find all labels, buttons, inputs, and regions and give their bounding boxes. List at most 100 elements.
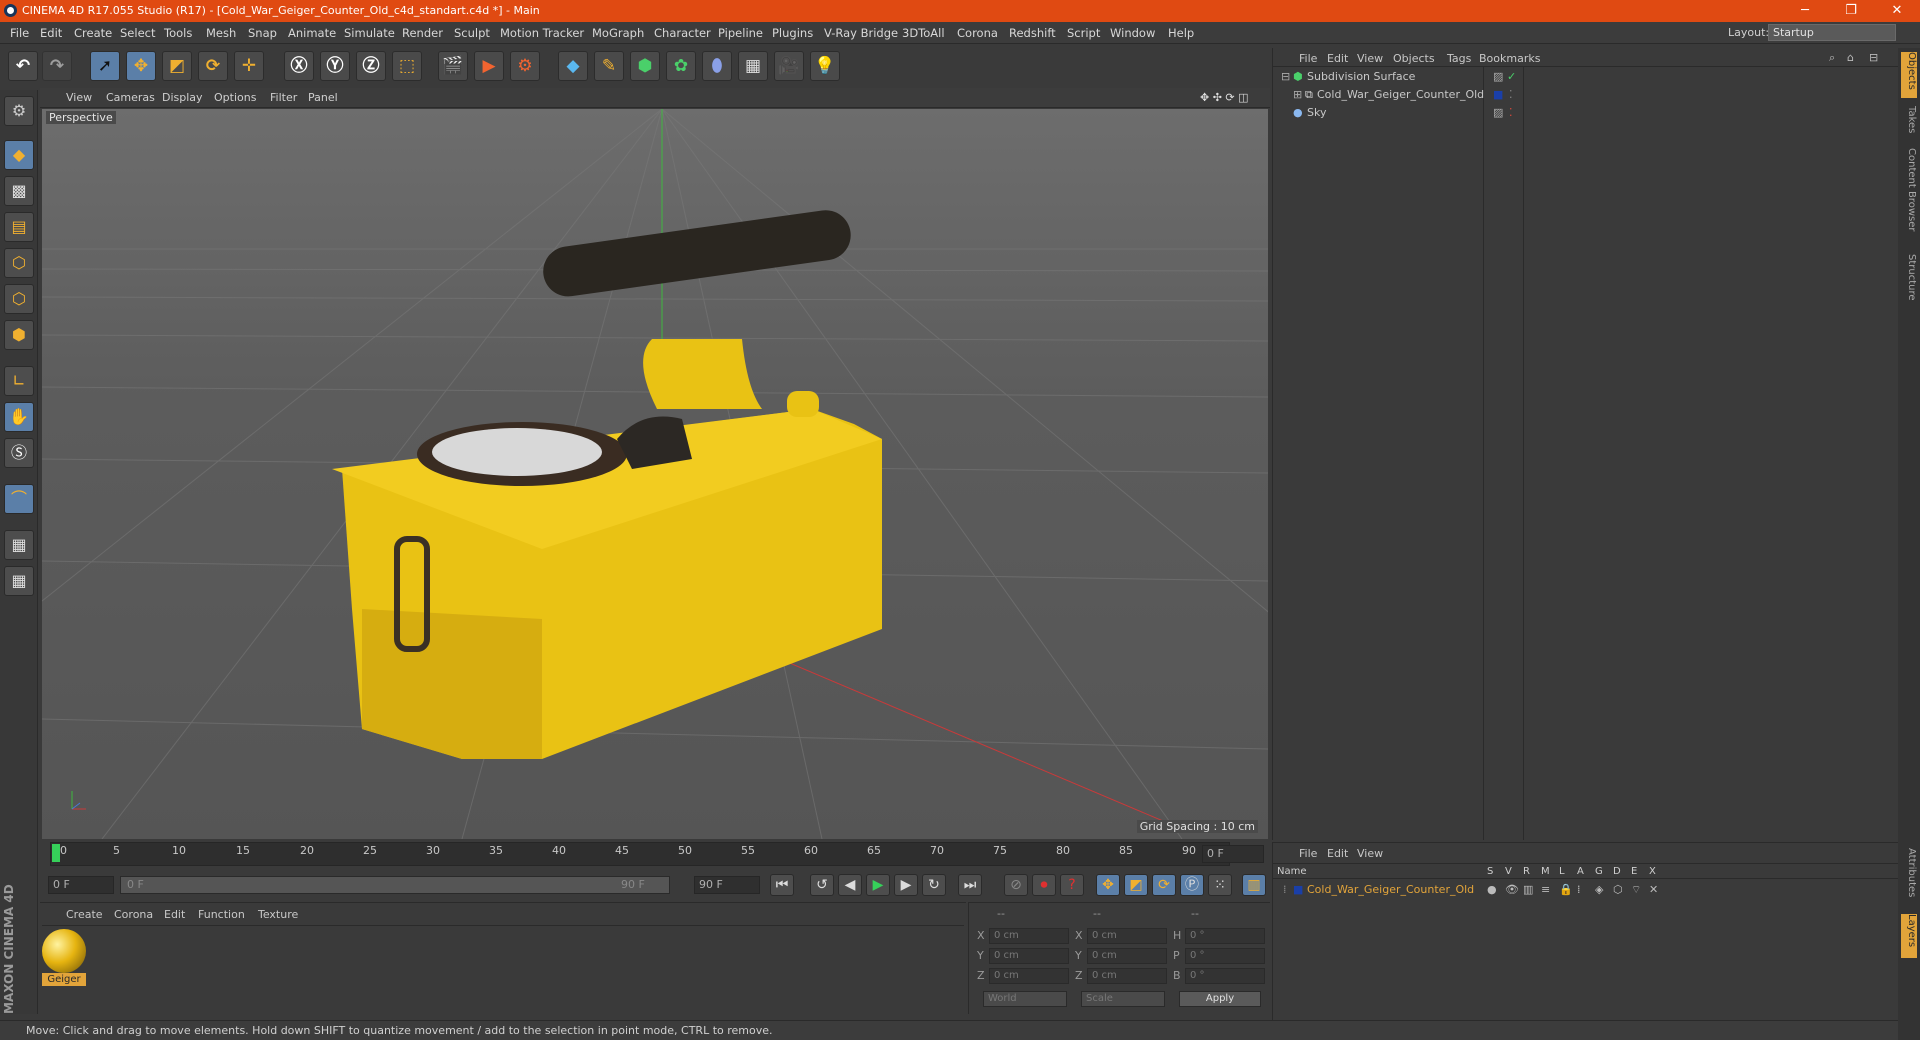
menu-help[interactable]: Help	[1168, 26, 1194, 40]
viewport-navigation-icons[interactable]: ✥ ✣ ⟳ ◫	[1200, 91, 1249, 104]
floor-object-icon[interactable]: ▦	[738, 51, 768, 81]
move-tool-icon[interactable]: ✥	[126, 51, 156, 81]
record-keys-icon[interactable]: ⊘	[1004, 874, 1028, 896]
layer-menu-file[interactable]: File	[1299, 847, 1317, 860]
object-row[interactable]: ⊟ ⬢ Subdivision Surface ▨ ✓	[1273, 68, 1899, 86]
go-to-end-icon[interactable]: ⏭	[958, 874, 982, 896]
rot-b-field[interactable]: 0 °	[1185, 968, 1265, 984]
tab-structure[interactable]: Structure	[1901, 254, 1917, 310]
snapping-icon[interactable]: ⌒	[4, 484, 34, 514]
minimize-button[interactable]: ─	[1782, 0, 1828, 22]
material-swatch[interactable]: Geiger	[42, 929, 86, 987]
start-frame-field[interactable]: 0 F	[48, 876, 114, 894]
obj-menu-bookmarks[interactable]: Bookmarks	[1479, 52, 1540, 65]
tab-layers[interactable]: Layers	[1901, 914, 1917, 958]
menu-render[interactable]: Render	[402, 26, 443, 40]
play-icon[interactable]: ▶	[866, 874, 890, 896]
next-frame-icon[interactable]: ▶	[894, 874, 918, 896]
workplane-mode-icon[interactable]: ▤	[4, 212, 34, 242]
menu-tools[interactable]: Tools	[164, 26, 192, 40]
material-menu-corona[interactable]: Corona	[114, 908, 153, 921]
live-selection-icon[interactable]: ➚	[90, 51, 120, 81]
size-mode-select[interactable]: Scale	[1081, 991, 1165, 1007]
tab-objects[interactable]: Objects	[1901, 52, 1917, 98]
playhead[interactable]	[52, 844, 60, 862]
previous-key-icon[interactable]: ↺	[810, 874, 834, 896]
menu-sculpt[interactable]: Sculpt	[454, 26, 490, 40]
perspective-viewport[interactable]: Perspective Grid Spacing : 10 cm	[42, 109, 1268, 839]
cube-object-icon[interactable]: ◆	[558, 51, 588, 81]
menu-simulate[interactable]: Simulate	[344, 26, 395, 40]
layer-menu-view[interactable]: View	[1357, 847, 1383, 860]
end-frame-field[interactable]: 90 F	[694, 876, 760, 894]
next-key-icon[interactable]: ↻	[922, 874, 946, 896]
render-toggle-icon[interactable]: ▥	[1523, 881, 1533, 899]
material-menu-create[interactable]: Create	[66, 908, 103, 921]
xref-toggle-icon[interactable]: ✕	[1649, 881, 1658, 899]
menu-animate[interactable]: Animate	[288, 26, 336, 40]
menu-window[interactable]: Window	[1110, 26, 1155, 40]
menu-create[interactable]: Create	[74, 26, 112, 40]
size-z-field[interactable]: 0 cm	[1087, 968, 1167, 984]
menu-script[interactable]: Script	[1067, 26, 1100, 40]
menu-snap[interactable]: Snap	[248, 26, 277, 40]
visibility-dot-icon[interactable]: ⁚	[1509, 104, 1513, 122]
workplane-lock-icon[interactable]: ▦	[4, 530, 34, 560]
tweak-mode-icon[interactable]: ✋	[4, 402, 34, 432]
menu-motion-tracker[interactable]: Motion Tracker	[500, 26, 584, 40]
pos-x-field[interactable]: 0 cm	[989, 928, 1069, 944]
render-settings-icon[interactable]: ⚙	[510, 51, 540, 81]
position-key-icon[interactable]: ✥	[1096, 874, 1120, 896]
layer-color-icon[interactable]: ■	[1293, 881, 1303, 899]
generators-toggle-icon[interactable]: ◈	[1595, 881, 1603, 899]
scale-key-icon[interactable]: ◩	[1124, 874, 1148, 896]
rotation-key-icon[interactable]: ⟳	[1152, 874, 1176, 896]
texture-mode-icon[interactable]: ▩	[4, 176, 34, 206]
solo-toggle-icon[interactable]: ●	[1487, 881, 1497, 899]
edges-mode-icon[interactable]: ⬡	[4, 284, 34, 314]
expressions-toggle-icon[interactable]: ⌔	[1631, 881, 1641, 899]
object-row[interactable]: ⊞ ⧉ Cold_War_Geiger_Counter_Old ■ ⁚	[1273, 86, 1899, 104]
manager-toggle-icon[interactable]: ≡	[1541, 881, 1550, 899]
obj-menu-view[interactable]: View	[1357, 52, 1383, 65]
viewport-menu-panel[interactable]: Panel	[308, 91, 338, 104]
viewport-menu-view[interactable]: View	[66, 91, 92, 104]
pos-y-field[interactable]: 0 cm	[989, 948, 1069, 964]
layout-select[interactable]: Startup	[1768, 24, 1896, 41]
make-editable-icon[interactable]: ⚙	[4, 96, 34, 126]
close-button[interactable]: ✕	[1874, 0, 1920, 22]
size-x-field[interactable]: 0 cm	[1087, 928, 1167, 944]
viewport-menu-options[interactable]: Options	[214, 91, 256, 104]
spline-pen-icon[interactable]: ✎	[594, 51, 624, 81]
menu-plugins[interactable]: Plugins	[772, 26, 813, 40]
solo-mode-icon[interactable]: Ⓢ	[4, 438, 34, 468]
obj-menu-objects[interactable]: Objects	[1393, 52, 1435, 65]
search-icon[interactable]: ⌕	[1829, 51, 1835, 65]
menu-redshift[interactable]: Redshift	[1009, 26, 1056, 40]
timeline-ruler[interactable]: 0 5 10 15 20 25 30 35 40 45 50 55 60 65 …	[40, 840, 1270, 868]
render-picture-viewer-icon[interactable]: ▶	[474, 51, 504, 81]
go-to-start-icon[interactable]: ⏮	[770, 874, 794, 896]
animation-toggle-icon[interactable]: ⁞	[1577, 881, 1581, 899]
points-mode-icon[interactable]: ⬡	[4, 248, 34, 278]
pos-z-field[interactable]: 0 cm	[989, 968, 1069, 984]
visible-toggle-icon[interactable]: 👁	[1505, 881, 1519, 899]
z-axis-lock-icon[interactable]: Ⓩ	[356, 51, 386, 81]
coordinate-space-select[interactable]: World	[983, 991, 1067, 1007]
coordinate-system-icon[interactable]: ⬚	[392, 51, 422, 81]
menu-select[interactable]: Select	[120, 26, 155, 40]
previous-frame-icon[interactable]: ◀	[838, 874, 862, 896]
recent-tool-icon[interactable]: ✛	[234, 51, 264, 81]
menu-mograph[interactable]: MoGraph	[592, 26, 644, 40]
menu-file[interactable]: File	[10, 26, 29, 40]
timeline-window-icon[interactable]: ▥	[1242, 874, 1266, 896]
tab-content-browser[interactable]: Content Browser	[1901, 148, 1917, 248]
menu-edit[interactable]: Edit	[40, 26, 62, 40]
tab-attributes[interactable]: Attributes	[1901, 848, 1917, 908]
axis-mode-icon[interactable]: ∟	[4, 366, 34, 396]
menu-pipeline[interactable]: Pipeline	[718, 26, 763, 40]
point-level-animation-icon[interactable]: ⁙	[1208, 874, 1232, 896]
viewport-menu-display[interactable]: Display	[162, 91, 203, 104]
camera-label[interactable]: Perspective	[46, 111, 116, 124]
menu-character[interactable]: Character	[654, 26, 711, 40]
